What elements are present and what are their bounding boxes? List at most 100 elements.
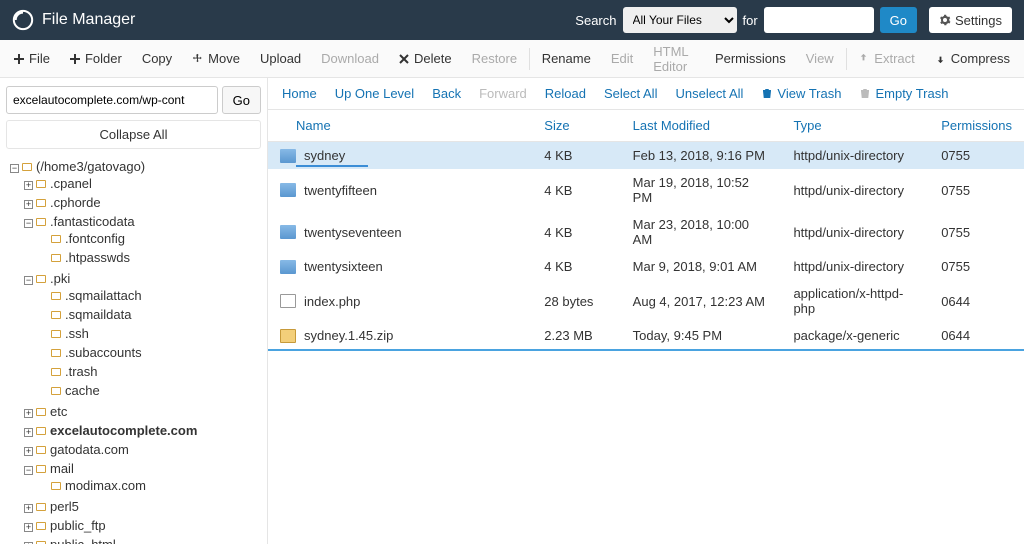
path-go-button[interactable]: Go: [222, 86, 261, 114]
tree-item[interactable]: cache: [38, 381, 261, 400]
table-row[interactable]: twentyfifteen4 KBMar 19, 2018, 10:52 PMh…: [268, 169, 1024, 211]
gear-icon: [939, 14, 951, 26]
tree-item-label[interactable]: cache: [65, 383, 100, 398]
path-input[interactable]: [6, 86, 218, 114]
tree-item[interactable]: + .cphorde: [24, 193, 261, 212]
tree-item[interactable]: + gatodata.com: [24, 440, 261, 459]
tree-item-label[interactable]: .trash: [65, 364, 98, 379]
expand-toggle[interactable]: +: [24, 504, 33, 513]
toolbar-upload[interactable]: Upload: [250, 40, 311, 77]
tree-item-label[interactable]: .fantasticodata: [50, 214, 135, 229]
tree-item-label[interactable]: .htpasswds: [65, 250, 130, 265]
expand-toggle[interactable]: −: [24, 219, 33, 228]
col-modified[interactable]: Last Modified: [621, 110, 782, 142]
tree-item-label[interactable]: .sqmaildata: [65, 307, 131, 322]
expand-toggle[interactable]: −: [24, 466, 33, 475]
tree-item-label[interactable]: public_ftp: [50, 518, 106, 533]
tree-item-label[interactable]: gatodata.com: [50, 442, 129, 457]
col-size[interactable]: Size: [532, 110, 620, 142]
folder-icon: [51, 330, 61, 338]
tree-item[interactable]: .htpasswds: [38, 248, 261, 267]
tree-item-label[interactable]: public_html: [50, 537, 116, 544]
expand-toggle[interactable]: +: [24, 447, 33, 456]
file-perm: 0755: [929, 211, 1024, 253]
select-all[interactable]: Select All: [604, 86, 657, 101]
file-type: application/x-httpd-php: [781, 280, 929, 322]
tree-item[interactable]: .ssh: [38, 324, 261, 343]
tree-item-label[interactable]: .ssh: [65, 326, 89, 341]
tree-item-label[interactable]: .pki: [50, 271, 70, 286]
col-name[interactable]: Name: [268, 110, 532, 142]
x-icon: [399, 54, 409, 64]
nav-forward: Forward: [479, 86, 527, 101]
tree-item-label[interactable]: .sqmailattach: [65, 288, 142, 303]
tree-item[interactable]: .sqmailattach: [38, 286, 261, 305]
tree-item-label[interactable]: .fontconfig: [65, 231, 125, 246]
file-size: 4 KB: [532, 169, 620, 211]
tree-item-label[interactable]: modimax.com: [65, 478, 146, 493]
tree-item-label[interactable]: etc: [50, 404, 67, 419]
settings-button[interactable]: Settings: [929, 7, 1012, 33]
toolbar-file[interactable]: File: [4, 40, 60, 77]
search-scope-select[interactable]: All Your Files: [623, 7, 737, 33]
toolbar-folder[interactable]: Folder: [60, 40, 132, 77]
file-perm: 0644: [929, 280, 1024, 322]
toolbar-rename[interactable]: Rename: [532, 40, 601, 77]
tree-item[interactable]: + .cpanel: [24, 174, 261, 193]
tree-item[interactable]: +public_html: [24, 535, 261, 544]
table-row[interactable]: twentysixteen4 KBMar 9, 2018, 9:01 AMhtt…: [268, 253, 1024, 280]
nav-home[interactable]: Home: [282, 86, 317, 101]
tree-item[interactable]: modimax.com: [38, 476, 261, 495]
tree-item-label[interactable]: mail: [50, 461, 74, 476]
tree-root-label[interactable]: (/home3/gatovago): [36, 159, 145, 174]
file-name: twentysixteen: [304, 259, 383, 274]
toolbar-compress[interactable]: Compress: [925, 40, 1020, 77]
unselect-all[interactable]: Unselect All: [675, 86, 743, 101]
expand-toggle[interactable]: +: [24, 409, 33, 418]
tree-item[interactable]: + etc: [24, 402, 261, 421]
nav-reload[interactable]: Reload: [545, 86, 586, 101]
expand-toggle[interactable]: +: [24, 181, 33, 190]
tree-item-label[interactable]: .cpanel: [50, 176, 92, 191]
file-size: 28 bytes: [532, 280, 620, 322]
search-go-button[interactable]: Go: [880, 7, 917, 33]
toolbar-copy[interactable]: Copy: [132, 40, 182, 77]
tree-item[interactable]: .fontconfig: [38, 229, 261, 248]
table-row[interactable]: twentyseventeen4 KBMar 23, 2018, 10:00 A…: [268, 211, 1024, 253]
table-row[interactable]: sydney.1.45.zip2.23 MBToday, 9:45 PMpack…: [268, 322, 1024, 349]
search-group: Search All Your Files for Go Settings: [575, 7, 1012, 33]
toolbar-permissions[interactable]: Permissions: [705, 40, 796, 77]
tree-item[interactable]: .trash: [38, 362, 261, 381]
table-row[interactable]: sydney4 KBFeb 13, 2018, 9:16 PMhttpd/uni…: [268, 142, 1024, 170]
view-trash[interactable]: View Trash: [761, 86, 841, 101]
tree-item[interactable]: .subaccounts: [38, 343, 261, 362]
col-perm[interactable]: Permissions: [929, 110, 1024, 142]
tree-item[interactable]: − mail modimax.com: [24, 459, 261, 497]
nav-up[interactable]: Up One Level: [335, 86, 415, 101]
file-perm: 0755: [929, 142, 1024, 170]
tree-item[interactable]: − .pki .sqmailattach .sqmaildata .ssh .subacc…: [24, 269, 261, 402]
tree-item[interactable]: + perl5: [24, 497, 261, 516]
file-type: httpd/unix-directory: [781, 211, 929, 253]
tree-item[interactable]: − .fantasticodata .fontconfig .htpasswds: [24, 212, 261, 269]
tree-item-label[interactable]: excelautocomplete.com: [50, 423, 197, 438]
search-input[interactable]: [764, 7, 874, 33]
nav-back[interactable]: Back: [432, 86, 461, 101]
toolbar-delete[interactable]: Delete: [389, 40, 462, 77]
tree-item[interactable]: + public_ftp: [24, 516, 261, 535]
expand-toggle[interactable]: −: [24, 276, 33, 285]
table-row[interactable]: index.php28 bytesAug 4, 2017, 12:23 AMap…: [268, 280, 1024, 322]
expand-toggle[interactable]: −: [10, 164, 19, 173]
expand-toggle[interactable]: +: [24, 523, 33, 532]
tree-item-label[interactable]: .cphorde: [50, 195, 101, 210]
expand-toggle[interactable]: +: [24, 200, 33, 209]
collapse-all-button[interactable]: Collapse All: [6, 120, 261, 149]
expand-toggle[interactable]: +: [24, 428, 33, 437]
file-size: 2.23 MB: [532, 322, 620, 349]
toolbar-move[interactable]: Move: [182, 40, 250, 77]
col-type[interactable]: Type: [781, 110, 929, 142]
tree-item[interactable]: .sqmaildata: [38, 305, 261, 324]
tree-item-label[interactable]: perl5: [50, 499, 79, 514]
tree-item-label[interactable]: .subaccounts: [65, 345, 142, 360]
tree-item[interactable]: + excelautocomplete.com: [24, 421, 261, 440]
